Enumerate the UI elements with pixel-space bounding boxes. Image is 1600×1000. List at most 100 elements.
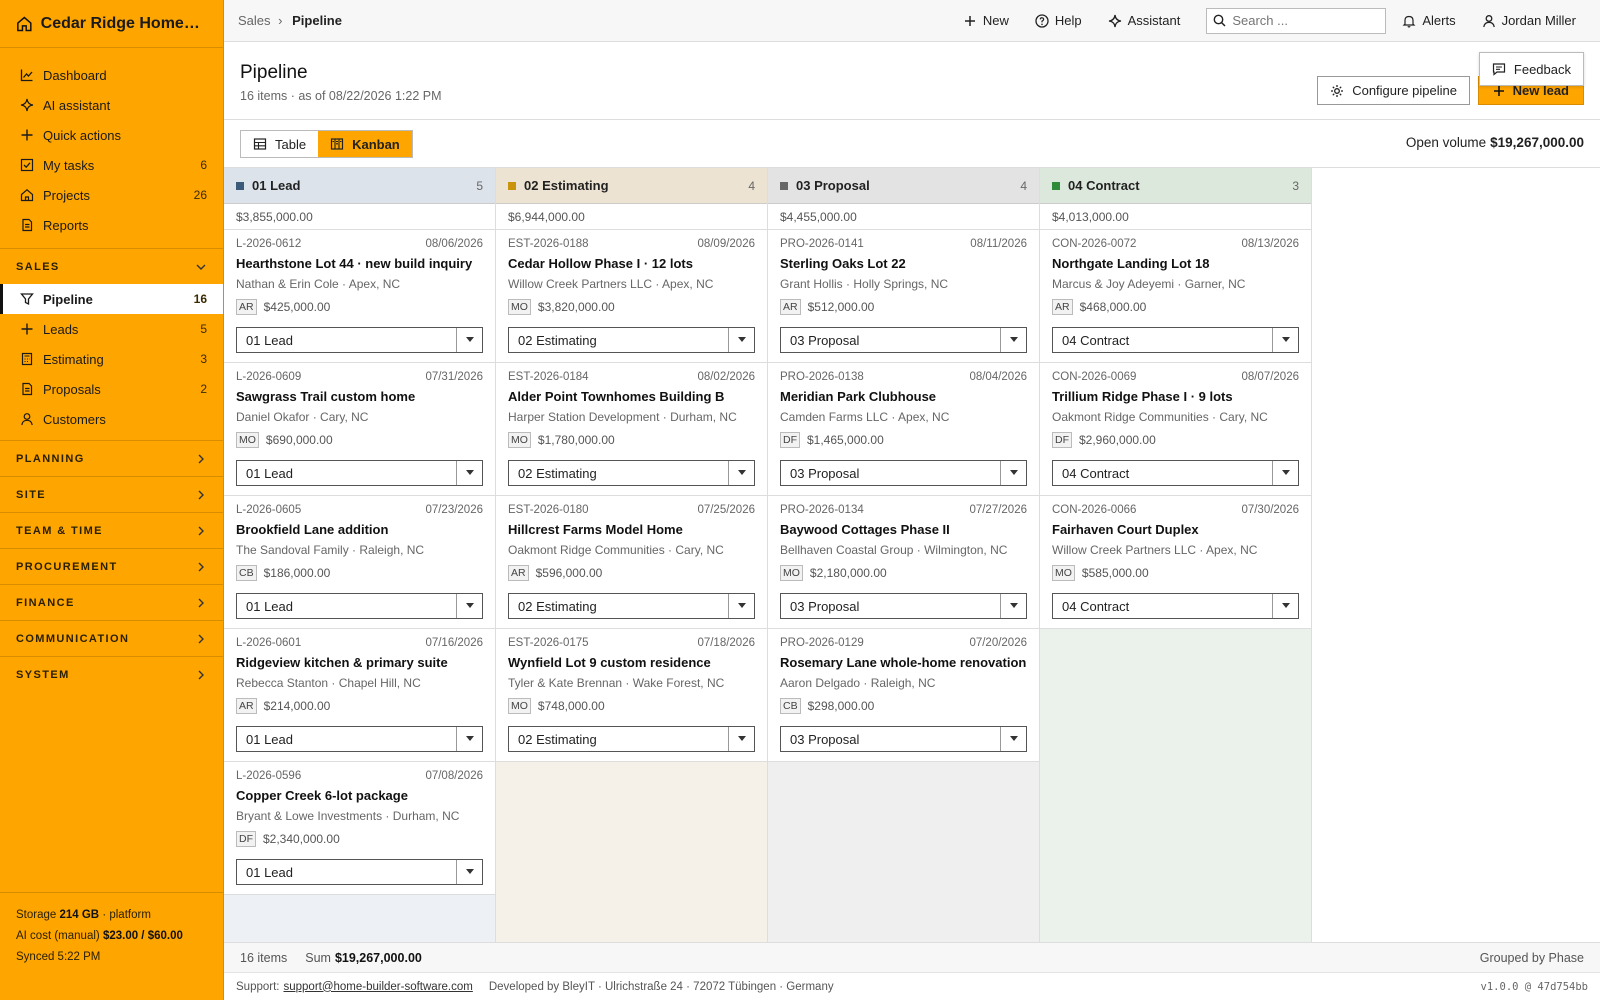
card-id: L-2026-0596	[236, 770, 302, 782]
pipeline-card[interactable]: PRO-2026-0129 07/20/2026 Rosemary Lane who…	[768, 629, 1039, 762]
pipeline-card[interactable]: EST-2026-0188 08/09/2026 Cedar Hollow Phas…	[496, 230, 767, 363]
card-title[interactable]: Cedar Hollow Phase I · 12 lots	[508, 256, 755, 275]
brand[interactable]: Cedar Ridge Homes L...	[0, 0, 223, 48]
sidebar-item-quick-actions[interactable]: Quick actions	[0, 120, 223, 150]
card-title[interactable]: Wynfield Lot 9 custom residence	[508, 655, 755, 674]
card-title[interactable]: Baywood Cottages Phase II	[780, 522, 1027, 541]
sidebar-item-customers[interactable]: Customers	[0, 404, 223, 434]
card-customer: Grant Hollis · Holly Springs, NC	[780, 277, 949, 291]
stage-select[interactable]: 04 Contract	[1052, 327, 1299, 353]
kanban-view-button[interactable]: Kanban	[318, 131, 412, 157]
section-planning[interactable]: PLANNING	[0, 440, 223, 476]
configure-pipeline-button[interactable]: Configure pipeline	[1317, 76, 1470, 105]
search-box[interactable]	[1206, 7, 1387, 34]
stage-select[interactable]: 01 Lead	[236, 460, 483, 486]
sidebar-item-leads[interactable]: Leads 5	[0, 314, 223, 344]
card-title[interactable]: Northgate Landing Lot 18	[1052, 256, 1299, 275]
card-id: CON-2026-0066	[1052, 504, 1137, 516]
card-title[interactable]: Brookfield Lane addition	[236, 522, 483, 541]
section-label: PLANNING	[16, 452, 85, 465]
section-site[interactable]: SITE	[0, 476, 223, 512]
search-input[interactable]	[1232, 13, 1373, 28]
table-view-button[interactable]: Table	[241, 131, 318, 157]
pipeline-card[interactable]: CON-2026-0066 07/30/2026 Fairhaven Court D…	[1040, 496, 1311, 629]
pipeline-card[interactable]: L-2026-0605 07/23/2026 Brookfield Lane add…	[224, 496, 495, 629]
stage-select[interactable]: 03 Proposal	[780, 460, 1027, 486]
sidebar-item-ai-assistant[interactable]: AI assistant	[0, 90, 223, 120]
section-procurement[interactable]: PROCUREMENT	[0, 548, 223, 584]
pipeline-card[interactable]: EST-2026-0175 07/18/2026 Wynfield Lot 9 cu…	[496, 629, 767, 762]
sidebar-item-label: Reports	[43, 217, 89, 233]
card-amount: $512,000.00	[807, 300, 875, 314]
pipeline-card[interactable]: EST-2026-0180 07/25/2026 Hillcrest Farms M…	[496, 496, 767, 629]
chevron-down-icon	[456, 461, 482, 485]
card-title[interactable]: Hearthstone Lot 44 · new build inquiry	[236, 256, 483, 275]
stage-select[interactable]: 04 Contract	[1052, 593, 1299, 619]
chart-line-icon	[20, 69, 33, 82]
sidebar-item-count: 3	[200, 352, 207, 366]
support-email-link[interactable]: support@home-builder-software.com	[283, 981, 472, 993]
card-customer: Bryant & Lowe Investments · Durham, NC	[236, 809, 460, 823]
help-button[interactable]: Help	[1035, 13, 1082, 28]
pipeline-card[interactable]: PRO-2026-0141 08/11/2026 Sterling Oaks Lot…	[768, 230, 1039, 363]
section-sales[interactable]: SALES	[0, 248, 223, 284]
stage-select-value: 03 Proposal	[790, 465, 860, 481]
pipeline-card[interactable]: CON-2026-0072 08/13/2026 Northgate Landing…	[1040, 230, 1311, 363]
pipeline-card[interactable]: CON-2026-0069 08/07/2026 Trillium Ridge Ph…	[1040, 363, 1311, 496]
section-finance[interactable]: FINANCE	[0, 584, 223, 620]
card-title[interactable]: Meridian Park Clubhouse	[780, 389, 1027, 408]
pipeline-card[interactable]: EST-2026-0184 08/02/2026 Alder Point Townh…	[496, 363, 767, 496]
phase-color-dot	[1052, 181, 1060, 190]
card-customer: Rebecca Stanton · Chapel Hill, NC	[236, 676, 421, 690]
sidebar-item-proposals[interactable]: Proposals 2	[0, 374, 223, 404]
section-system[interactable]: SYSTEM	[0, 656, 223, 692]
new-button[interactable]: New	[963, 13, 1009, 28]
card-title[interactable]: Ridgeview kitchen & primary suite	[236, 655, 483, 674]
view-bar: Table Kanban Open volume $19,267,000.00	[224, 120, 1600, 168]
stage-select[interactable]: 03 Proposal	[780, 327, 1027, 353]
feedback-button[interactable]: Feedback	[1478, 52, 1584, 86]
sidebar-item-projects[interactable]: Projects 26	[0, 180, 223, 210]
stage-select[interactable]: 02 Estimating	[508, 593, 755, 619]
card-title[interactable]: Rosemary Lane whole-home renovation	[780, 655, 1027, 674]
card-title[interactable]: Trillium Ridge Phase I · 9 lots	[1052, 389, 1299, 408]
stage-select[interactable]: 03 Proposal	[780, 593, 1027, 619]
stage-select[interactable]: 03 Proposal	[780, 726, 1027, 752]
section-team-time[interactable]: TEAM & TIME	[0, 512, 223, 548]
card-title[interactable]: Hillcrest Farms Model Home	[508, 522, 755, 541]
alerts-button[interactable]: Alerts	[1402, 13, 1456, 28]
pipeline-card[interactable]: L-2026-0609 07/31/2026 Sawgrass Trail cust…	[224, 363, 495, 496]
stage-select[interactable]: 02 Estimating	[508, 726, 755, 752]
sidebar-item-dashboard[interactable]: Dashboard	[0, 60, 223, 90]
stage-select-value: 02 Estimating	[518, 598, 597, 614]
pipeline-card[interactable]: L-2026-0596 07/08/2026 Copper Creek 6-lot …	[224, 762, 495, 895]
sidebar-item-pipeline[interactable]: Pipeline 16	[0, 284, 223, 314]
card-amount: $690,000.00	[265, 433, 333, 447]
pipeline-card[interactable]: PRO-2026-0134 07/27/2026 Baywood Cottages …	[768, 496, 1039, 629]
card-title[interactable]: Fairhaven Court Duplex	[1052, 522, 1299, 541]
stage-select[interactable]: 02 Estimating	[508, 460, 755, 486]
card-date: 08/06/2026	[425, 238, 483, 250]
assistant-button[interactable]: Assistant	[1108, 13, 1180, 28]
card-title[interactable]: Alder Point Townhomes Building B	[508, 389, 755, 408]
stage-select[interactable]: 01 Lead	[236, 327, 483, 353]
section-communication[interactable]: COMMUNICATION	[0, 620, 223, 656]
pipeline-card[interactable]: L-2026-0612 08/06/2026 Hearthstone Lot 44 …	[224, 230, 495, 363]
sidebar-item-my-tasks[interactable]: My tasks 6	[0, 150, 223, 180]
stage-select[interactable]: 02 Estimating	[508, 327, 755, 353]
stage-select[interactable]: 01 Lead	[236, 726, 483, 752]
card-title[interactable]: Copper Creek 6-lot package	[236, 788, 483, 807]
pipeline-card[interactable]: PRO-2026-0138 08/04/2026 Meridian Park Clu…	[768, 363, 1039, 496]
card-title[interactable]: Sawgrass Trail custom home	[236, 389, 483, 408]
stage-select[interactable]: 01 Lead	[236, 593, 483, 619]
card-date: 07/08/2026	[425, 770, 483, 782]
bell-icon	[1402, 15, 1416, 28]
user-menu[interactable]: Jordan Miller	[1482, 13, 1576, 28]
pipeline-card[interactable]: L-2026-0601 07/16/2026 Ridgeview kitchen &…	[224, 629, 495, 762]
card-title[interactable]: Sterling Oaks Lot 22	[780, 256, 1027, 275]
stage-select[interactable]: 04 Contract	[1052, 460, 1299, 486]
sidebar-item-estimating[interactable]: Estimating 3	[0, 344, 223, 374]
breadcrumb-root[interactable]: Sales	[238, 13, 271, 28]
sidebar-item-reports[interactable]: Reports	[0, 210, 223, 240]
stage-select[interactable]: 01 Lead	[236, 859, 483, 885]
